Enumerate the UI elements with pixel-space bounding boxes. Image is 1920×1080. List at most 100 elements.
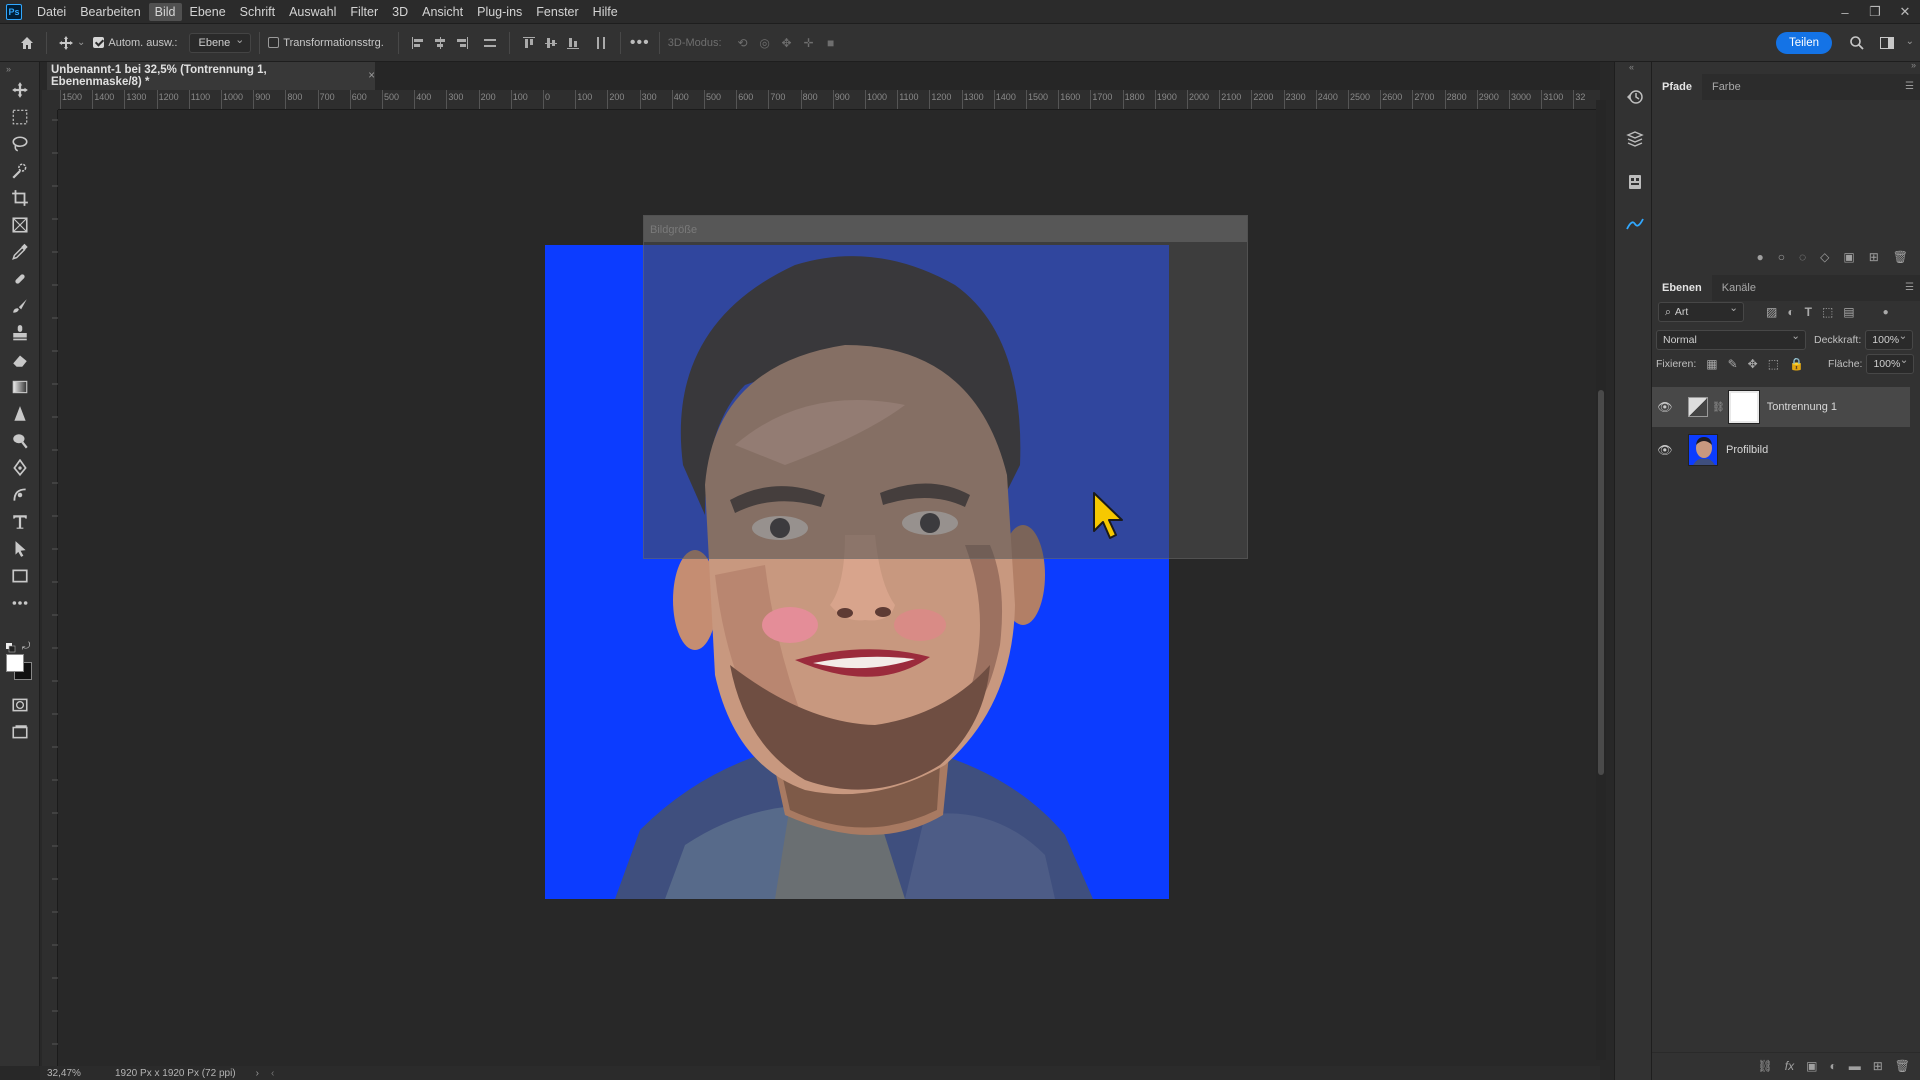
filter-type-icon[interactable]: T (1805, 305, 1812, 319)
curvature-pen-tool-icon[interactable] (8, 483, 32, 507)
add-mask-icon[interactable]: ▣ (1806, 1059, 1817, 1073)
lock-transparency-icon[interactable]: ▦ (1706, 357, 1717, 371)
workspace-icon[interactable] (1876, 32, 1898, 54)
visibility-eye-icon[interactable]: 👁 (1652, 443, 1678, 457)
filter-adjustment-icon[interactable]: ◐ (1787, 305, 1794, 319)
vertical-ruler[interactable] (42, 110, 58, 1066)
panel-menu-icon[interactable]: ☰ (1905, 282, 1914, 293)
frame-tool-icon[interactable] (8, 213, 32, 237)
align-middle-icon[interactable] (540, 32, 562, 54)
3d-pan-icon[interactable]: ✥ (776, 32, 798, 54)
link-layers-icon[interactable]: ⛓ (1758, 1059, 1773, 1073)
layer-row-profilbild[interactable]: 👁 Profilbild (1652, 430, 1910, 470)
blur-tool-icon[interactable] (8, 402, 32, 426)
more-tools-icon[interactable] (8, 591, 32, 615)
align-right-icon[interactable] (451, 32, 473, 54)
make-path-icon[interactable]: ◇ (1820, 250, 1829, 264)
new-path-icon[interactable]: ⊞ (1869, 250, 1879, 264)
search-icon[interactable] (1846, 32, 1868, 54)
menu-plugins[interactable]: Plug-ins (471, 3, 528, 21)
vertical-scrollbar[interactable] (1596, 100, 1606, 1060)
dodge-tool-icon[interactable] (8, 429, 32, 453)
add-mask-icon[interactable]: ▣ (1843, 250, 1854, 264)
properties-icon[interactable] (1624, 171, 1646, 193)
new-adjustment-icon[interactable]: ◐ (1829, 1059, 1836, 1073)
layer-filter-dropdown[interactable]: ⌕ Art (1658, 302, 1744, 322)
move-tool-icon[interactable] (8, 78, 32, 102)
tab-farbe[interactable]: Farbe (1702, 74, 1751, 100)
history-icon[interactable] (1624, 86, 1646, 108)
menu-auswahl[interactable]: Auswahl (283, 3, 342, 21)
menu-bild[interactable]: Bild (148, 2, 182, 21)
move-tool-preset-icon[interactable] (55, 32, 77, 54)
canvas-area[interactable]: Bildgröße (58, 110, 1600, 1066)
lock-image-icon[interactable]: ✎ (1728, 357, 1738, 371)
chevron-down-icon[interactable]: ⌄ (77, 37, 85, 48)
lock-position-icon[interactable]: ✥ (1748, 357, 1758, 371)
eraser-tool-icon[interactable] (8, 348, 32, 372)
opacity-input[interactable]: 100% (1865, 330, 1914, 350)
vertical-scroll-thumb[interactable] (1598, 390, 1604, 775)
3d-roll-icon[interactable]: ◎ (754, 32, 776, 54)
stroke-path-icon[interactable]: ○ (1778, 250, 1785, 264)
align-center-icon[interactable] (429, 32, 451, 54)
quick-mask-icon[interactable] (8, 693, 32, 717)
transform-controls-checkbox[interactable] (268, 37, 280, 48)
document-tab[interactable]: Unbenannt-1 bei 32,5% (Tontrennung 1, Eb… (47, 62, 375, 90)
tab-pfade[interactable]: Pfade (1652, 74, 1702, 100)
delete-path-icon[interactable]: 🗑 (1893, 250, 1908, 264)
ruler-origin[interactable] (42, 90, 58, 110)
lock-all-icon[interactable]: 🔒 (1789, 357, 1804, 371)
stamp-tool-icon[interactable] (8, 321, 32, 345)
blend-mode-dropdown[interactable]: Normal (1656, 330, 1806, 350)
gradient-tool-icon[interactable] (8, 375, 32, 399)
screen-mode-icon[interactable] (8, 720, 32, 744)
collapse-icon[interactable]: » (6, 64, 11, 74)
crop-tool-icon[interactable] (8, 186, 32, 210)
align-bottom-icon[interactable] (562, 32, 584, 54)
layer-mask-thumbnail[interactable] (1727, 390, 1760, 424)
menu-3d[interactable]: 3D (386, 3, 414, 21)
auto-select-checkbox[interactable] (93, 37, 105, 48)
3d-camera-icon[interactable]: ■ (820, 32, 842, 54)
brush-tool-icon[interactable] (8, 294, 32, 318)
type-tool-icon[interactable] (8, 510, 32, 534)
menu-bearbeiten[interactable]: Bearbeiten (74, 3, 146, 21)
rectangle-tool-icon[interactable] (8, 564, 32, 588)
auto-select-target-dropdown[interactable]: Ebene (189, 32, 252, 53)
menu-ebene[interactable]: Ebene (184, 3, 232, 21)
chevron-left-icon[interactable]: ‹ (271, 1068, 274, 1079)
swap-colors-icon[interactable]: ⤾ (22, 641, 30, 652)
home-icon[interactable] (16, 32, 38, 54)
menu-fenster[interactable]: Fenster (530, 3, 584, 21)
lock-artboard-icon[interactable]: ⬚ (1768, 357, 1779, 371)
healing-brush-tool-icon[interactable] (8, 267, 32, 291)
align-left-icon[interactable] (407, 32, 429, 54)
close-window-icon[interactable]: ✕ (1890, 0, 1920, 24)
filter-toggle-icon[interactable]: ● (1883, 307, 1889, 318)
delete-layer-icon[interactable]: 🗑 (1895, 1059, 1910, 1073)
menu-schrift[interactable]: Schrift (234, 3, 281, 21)
menu-filter[interactable]: Filter (344, 3, 384, 21)
adjustments-curve-icon[interactable] (1624, 213, 1646, 235)
collapse-icon[interactable]: « (1629, 62, 1634, 72)
menu-datei[interactable]: Datei (31, 3, 72, 21)
filter-shape-icon[interactable]: ⬚ (1822, 305, 1833, 319)
lasso-tool-icon[interactable] (8, 132, 32, 156)
new-layer-icon[interactable]: ⊞ (1873, 1059, 1883, 1073)
fill-path-icon[interactable]: ● (1756, 250, 1763, 264)
tab-ebenen[interactable]: Ebenen (1652, 275, 1712, 301)
link-icon[interactable]: ⛓ (1712, 402, 1725, 413)
share-button[interactable]: Teilen (1775, 32, 1832, 54)
load-selection-icon[interactable]: ◌ (1799, 250, 1806, 264)
minimize-icon[interactable]: – (1830, 0, 1860, 24)
chevron-right-icon[interactable]: › (256, 1068, 259, 1079)
chevron-down-icon[interactable]: ⌄ (1906, 36, 1914, 47)
default-colors-icon[interactable] (6, 642, 16, 653)
3d-orbit-icon[interactable]: ⟲ (732, 32, 754, 54)
libraries-icon[interactable] (1624, 128, 1646, 150)
marquee-tool-icon[interactable] (8, 105, 32, 129)
more-options-icon[interactable]: ••• (629, 32, 651, 54)
menu-ansicht[interactable]: Ansicht (416, 3, 469, 21)
eyedropper-tool-icon[interactable] (8, 240, 32, 264)
